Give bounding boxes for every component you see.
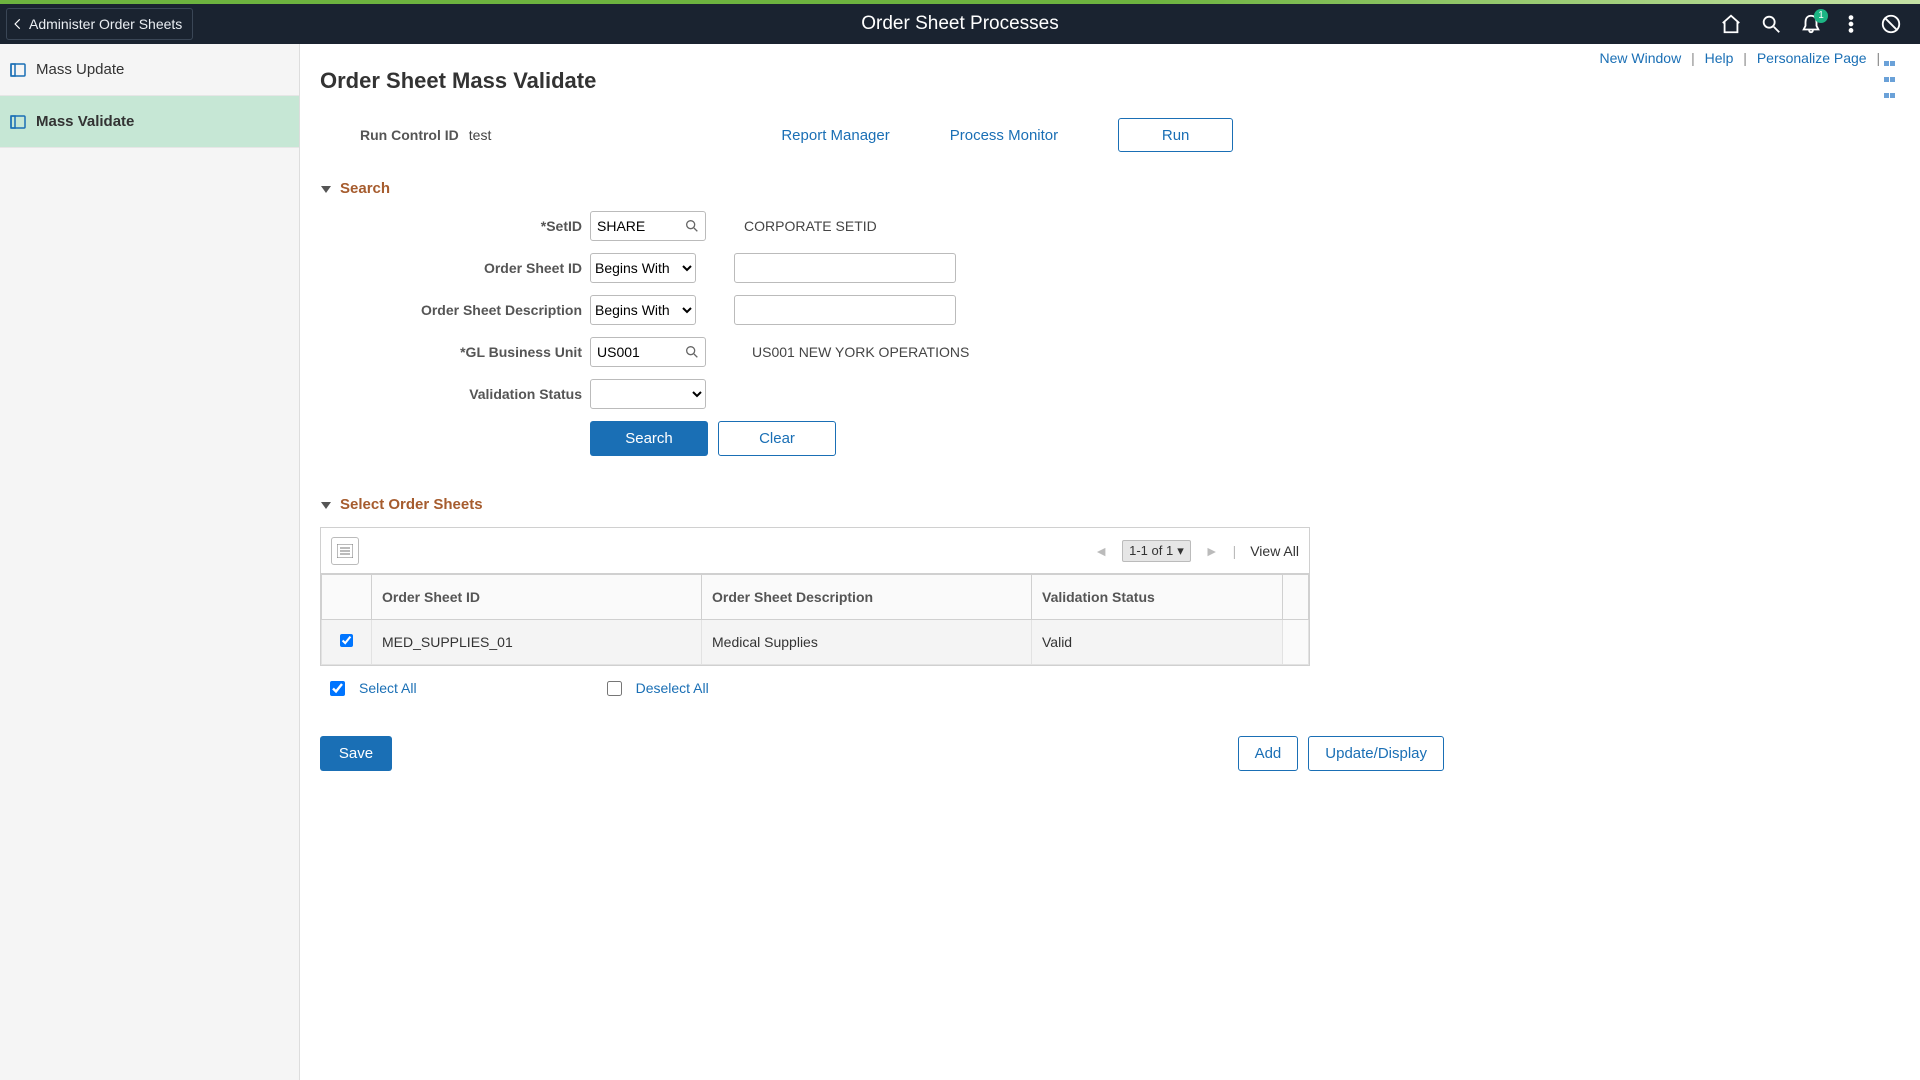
header-title: Order Sheet Processes [861,13,1058,35]
order-sheet-desc-label: Order Sheet Description [380,302,590,318]
order-sheet-id-input[interactable] [734,253,956,283]
order-sheet-desc-input[interactable] [734,295,956,325]
triangle-down-icon [320,499,332,511]
col-order-sheet-desc[interactable]: Order Sheet Description [702,575,1032,620]
more-icon[interactable] [1840,13,1862,35]
grid-page-indicator[interactable]: 1-1 of 1▾ [1122,540,1191,562]
cell-validation-status: Valid [1032,620,1283,665]
col-validation-status[interactable]: Validation Status [1032,575,1283,620]
run-button[interactable]: Run [1118,118,1233,152]
col-spacer [1283,575,1309,620]
header-icons: 1 [1720,13,1920,35]
search-button[interactable]: Search [590,421,708,456]
select-all-checkbox[interactable] [330,681,345,696]
main-content: New Window | Help | Personalize Page | O… [300,44,1920,1080]
new-window-link[interactable]: New Window [1593,50,1687,66]
home-icon[interactable] [1720,13,1742,35]
order-sheet-id-operator[interactable]: Begins With [590,253,696,283]
cell-order-sheet-id: MED_SUPPLIES_01 [372,620,702,665]
grid-prev-icon[interactable]: ◄ [1094,543,1108,559]
triangle-down-icon [320,183,332,195]
grid-next-icon[interactable]: ► [1205,543,1219,559]
run-control-value: test [469,127,492,143]
block-icon[interactable] [1880,13,1902,35]
clear-button[interactable]: Clear [718,421,836,456]
page-title: Order Sheet Mass Validate [320,68,1902,94]
update-display-button[interactable]: Update/Display [1308,736,1444,771]
chevron-left-icon [11,17,25,31]
order-sheet-grid: ◄ 1-1 of 1▾ ► | View All Order Sheet ID … [320,527,1310,666]
notification-icon[interactable]: 1 [1800,13,1822,35]
table-row: MED_SUPPLIES_01 Medical Supplies Valid [322,620,1309,665]
order-sheet-id-label: Order Sheet ID [380,260,590,276]
footer-buttons: Save Add Update/Display [320,736,1444,771]
notification-badge: 1 [1814,9,1828,23]
search-form: *SetID CORPORATE SETID Order Sheet ID Be… [380,211,1902,456]
col-select [322,575,372,620]
select-section-toggle[interactable]: Select Order Sheets [320,496,1902,513]
layout-icon[interactable] [1884,54,1900,65]
sidebar: Mass Update Mass Validate [0,44,300,1080]
page-icon [10,114,26,130]
sidebar-item-label: Mass Update [36,61,124,78]
run-control-label: Run Control ID [360,127,459,143]
select-controls: Select All Deselect All [330,680,1902,696]
table-header-row: Order Sheet ID Order Sheet Description V… [322,575,1309,620]
row-checkbox[interactable] [340,634,353,647]
search-section-toggle[interactable]: Search [320,180,1902,197]
add-button[interactable]: Add [1238,736,1299,771]
search-icon[interactable] [1760,13,1782,35]
back-button-label: Administer Order Sheets [29,16,182,32]
validation-status-label: Validation Status [380,386,590,402]
report-manager-link[interactable]: Report Manager [781,127,889,144]
deselect-all-link[interactable]: Deselect All [607,680,709,696]
sidebar-item-mass-validate[interactable]: Mass Validate [0,96,299,148]
run-control-row: Run Control ID test Report Manager Proce… [360,118,1902,152]
lookup-icon[interactable] [684,218,700,234]
chevron-down-icon: ▾ [1177,543,1184,559]
gl-bu-label: *GL Business Unit [380,344,590,360]
process-monitor-link[interactable]: Process Monitor [950,127,1058,144]
grid-personalize-icon[interactable] [331,537,359,565]
help-link[interactable]: Help [1699,50,1740,66]
app-header: Administer Order Sheets Order Sheet Proc… [0,4,1920,44]
order-sheet-desc-operator[interactable]: Begins With [590,295,696,325]
sidebar-item-mass-update[interactable]: Mass Update [0,44,299,96]
validation-status-select[interactable] [590,379,706,409]
page-icon [10,62,26,78]
sidebar-item-label: Mass Validate [36,113,134,130]
gl-bu-desc: US001 NEW YORK OPERATIONS [752,344,969,360]
back-button[interactable]: Administer Order Sheets [6,8,193,40]
deselect-all-checkbox[interactable] [607,681,622,696]
lookup-icon[interactable] [684,344,700,360]
col-order-sheet-id[interactable]: Order Sheet ID [372,575,702,620]
setid-desc: CORPORATE SETID [744,218,877,234]
search-heading: Search [340,180,390,197]
cell-order-sheet-desc: Medical Supplies [702,620,1032,665]
setid-label: *SetID [380,218,590,234]
personalize-link[interactable]: Personalize Page [1751,50,1873,66]
select-heading: Select Order Sheets [340,496,483,513]
page-links: New Window | Help | Personalize Page | [1593,50,1900,66]
save-button[interactable]: Save [320,736,392,771]
select-all-link[interactable]: Select All [330,680,417,696]
view-all-link[interactable]: View All [1250,543,1299,559]
